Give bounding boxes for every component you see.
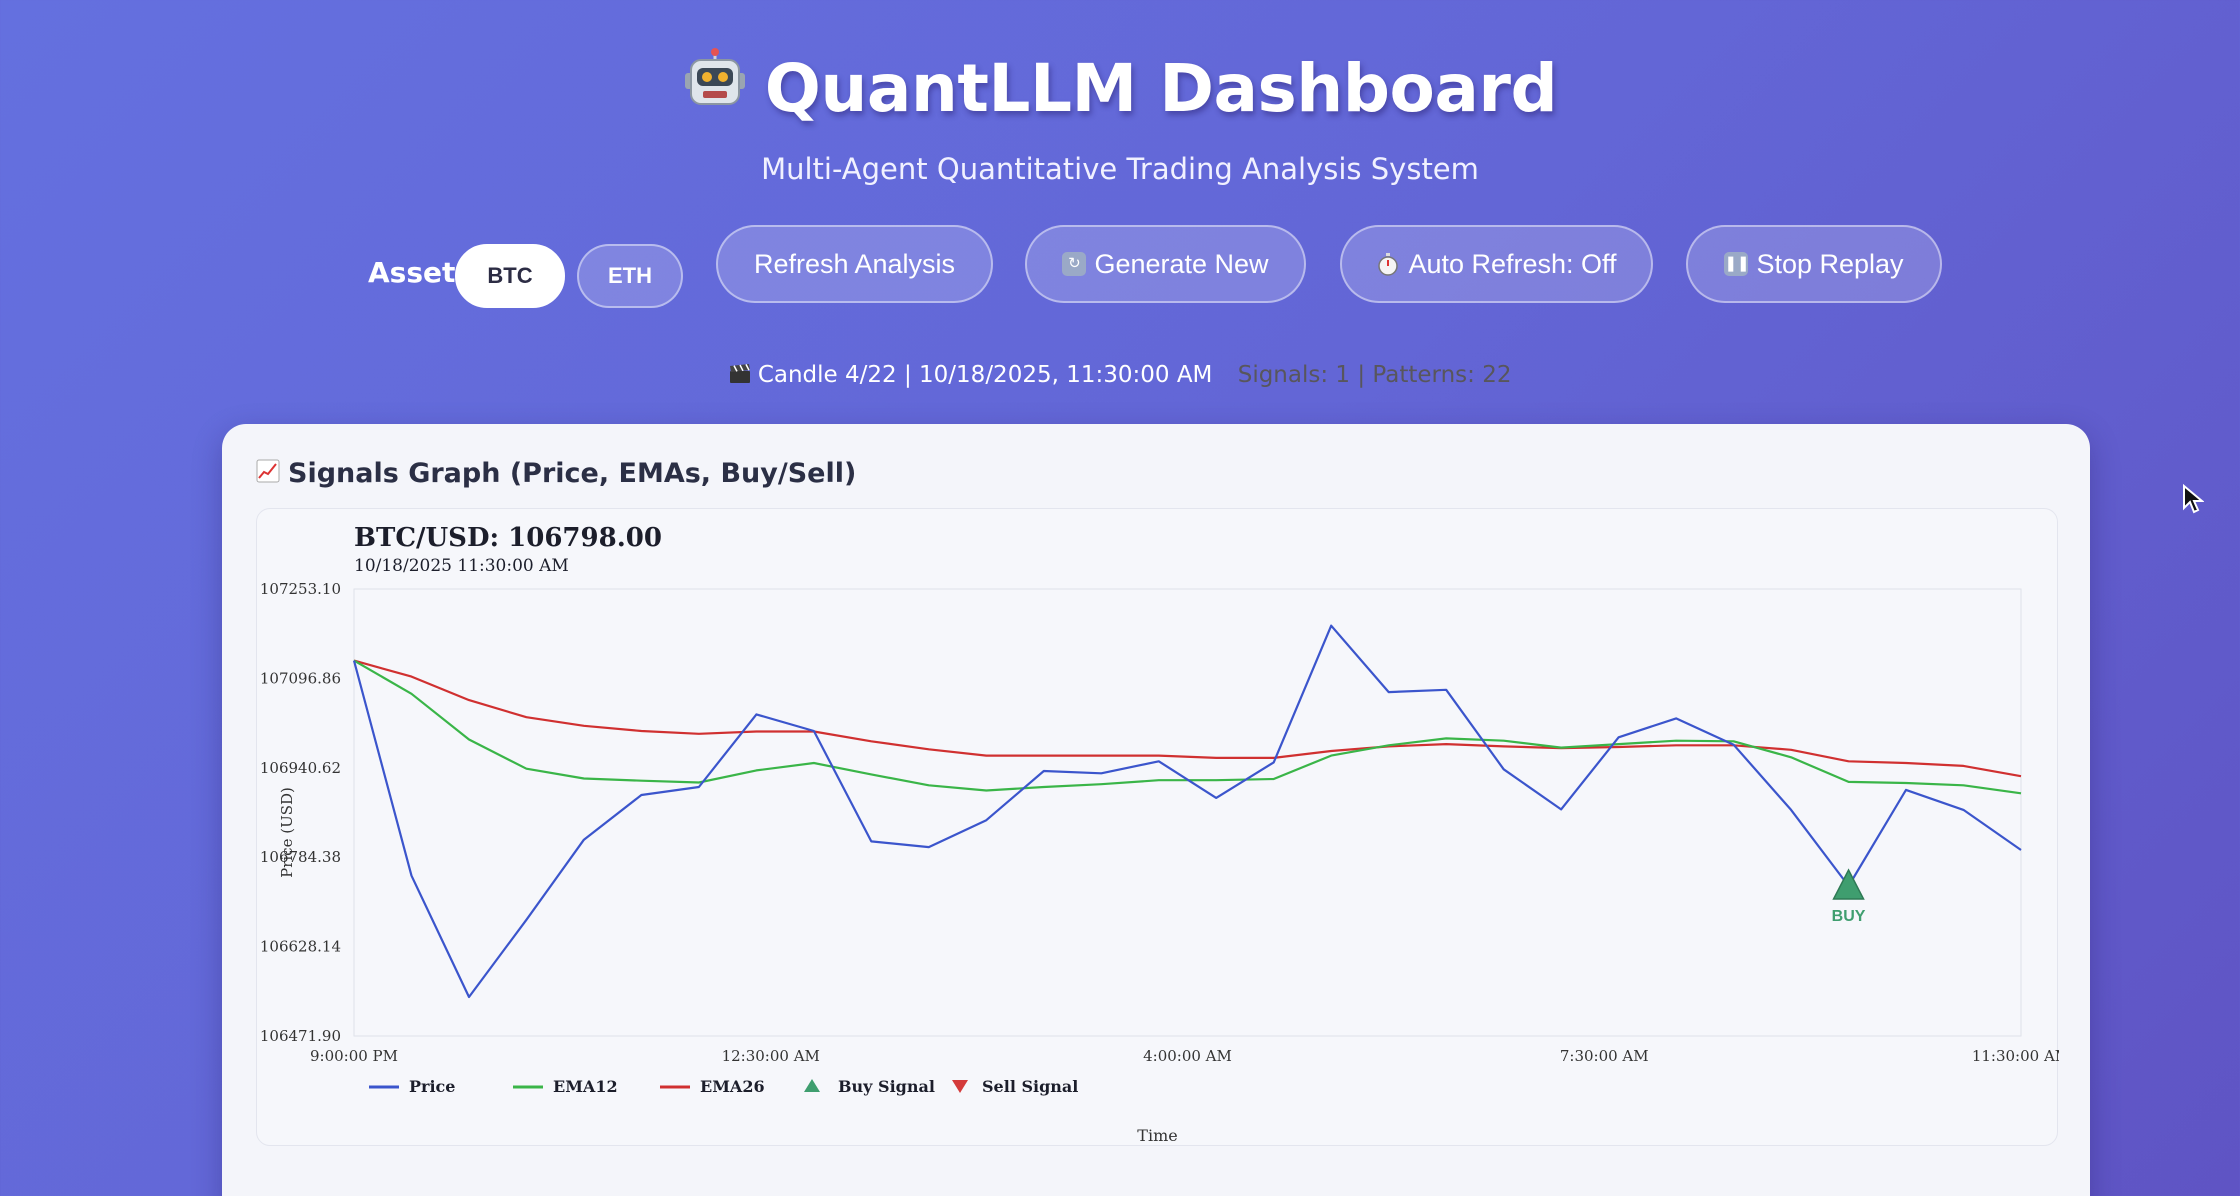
y-tick-label: 106628.14 bbox=[260, 938, 341, 956]
chart-increasing-icon bbox=[256, 459, 280, 490]
legend-item: Buy Signal bbox=[838, 1077, 935, 1096]
legend-sell-swatch bbox=[952, 1080, 968, 1093]
asset-label: Asset bbox=[368, 256, 456, 289]
buy-signal-marker bbox=[1832, 868, 1865, 900]
card-title-text: Signals Graph (Price, EMAs, Buy/Sell) bbox=[288, 458, 857, 489]
x-tick-label: 7:30:00 AM bbox=[1560, 1047, 1649, 1065]
generate-new-button[interactable]: ↻ Generate New bbox=[1025, 225, 1306, 303]
plot-area bbox=[353, 588, 2022, 1037]
asset-btc-label: BTC bbox=[487, 263, 533, 288]
signal-pattern-stats: Signals: 1 | Patterns: 22 bbox=[1237, 362, 1512, 388]
x-tick-label: 12:30:00 AM bbox=[722, 1047, 820, 1065]
legend-item: Price bbox=[409, 1077, 455, 1096]
asset-eth-button[interactable]: ETH bbox=[577, 244, 683, 308]
refresh-icon: ↻ bbox=[1062, 252, 1087, 276]
y-tick-label: 107096.86 bbox=[260, 669, 341, 687]
stopwatch-icon bbox=[1376, 252, 1400, 276]
series-line-ema26 bbox=[353, 659, 2022, 778]
chart-title: BTC/USD: 106798.00 bbox=[354, 523, 662, 553]
x-tick-label: 9:00:00 PM bbox=[310, 1047, 398, 1065]
replay-status: Candle 4/22 | 10/18/2025, 11:30:00 AM Si… bbox=[0, 362, 2240, 388]
signals-graph-card: Signals Graph (Price, EMAs, Buy/Sell) BT… bbox=[222, 424, 2090, 1196]
y-tick-label: 106784.38 bbox=[260, 848, 341, 866]
robot-icon bbox=[683, 47, 747, 127]
legend-item: EMA12 bbox=[553, 1077, 618, 1096]
page-subtitle: Multi-Agent Quantitative Trading Analysi… bbox=[761, 152, 1479, 186]
auto-refresh-toggle[interactable]: Auto Refresh: Off bbox=[1340, 225, 1653, 303]
signals-chart[interactable]: BTC/USD: 106798.00 10/18/2025 11:30:00 AM… bbox=[257, 509, 2070, 1147]
y-tick-label: 106471.90 bbox=[260, 1027, 341, 1045]
y-tick-label: 107253.10 bbox=[260, 580, 341, 598]
clapper-board-icon bbox=[729, 362, 758, 388]
x-axis-label: Time bbox=[1137, 1126, 1177, 1145]
y-tick-label: 106940.62 bbox=[260, 759, 341, 777]
y-axis-label: Price (USD) bbox=[278, 787, 296, 878]
stop-replay-label: Stop Replay bbox=[1756, 248, 1904, 279]
asset-eth-label: ETH bbox=[608, 263, 652, 288]
legend-buy-swatch bbox=[804, 1079, 820, 1092]
x-tick-label: 4:00:00 AM bbox=[1143, 1047, 1232, 1065]
x-tick-label: 11:30:00 AM bbox=[1972, 1047, 2059, 1065]
legend-item: EMA26 bbox=[700, 1077, 765, 1096]
refresh-analysis-label: Refresh Analysis bbox=[753, 248, 956, 279]
generate-new-label: Generate New bbox=[1094, 248, 1269, 279]
toolbar: Asset BTC ETH Refresh Analysis ↻ Generat… bbox=[0, 225, 2240, 316]
refresh-analysis-button[interactable]: Refresh Analysis bbox=[716, 225, 993, 303]
auto-refresh-label: Auto Refresh: Off bbox=[1408, 248, 1617, 279]
page-title: QuantLLM Dashboard bbox=[0, 47, 2240, 133]
asset-btc-button[interactable]: BTC bbox=[455, 244, 565, 308]
title-text: QuantLLM Dashboard bbox=[764, 50, 1558, 127]
replay-text: Candle 4/22 | 10/18/2025, 11:30:00 AM bbox=[757, 362, 1213, 388]
pause-icon: ❚❚ bbox=[1724, 252, 1750, 276]
stop-replay-button[interactable]: ❚❚ Stop Replay bbox=[1686, 225, 1942, 303]
chart-subtitle: 10/18/2025 11:30:00 AM bbox=[354, 556, 569, 576]
series-line-price bbox=[352, 624, 2022, 999]
buy-signal-label: BUY bbox=[1832, 908, 1866, 925]
chart-container: BTC/USD: 106798.00 10/18/2025 11:30:00 AM… bbox=[256, 508, 2070, 1147]
mouse-cursor bbox=[2182, 483, 2205, 518]
legend-item: Sell Signal bbox=[982, 1077, 1078, 1096]
card-title: Signals Graph (Price, EMAs, Buy/Sell) bbox=[256, 458, 856, 490]
